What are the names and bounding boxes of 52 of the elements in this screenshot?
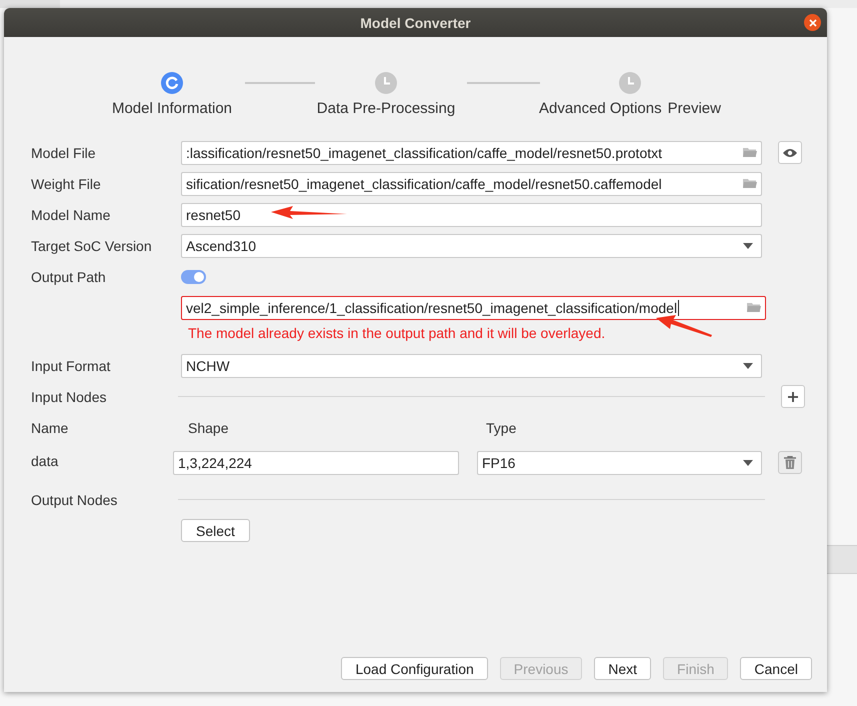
dropdown[interactable]: FP16 [477,451,762,475]
dropdown[interactable]: Ascend310 [181,234,762,258]
caret-icon [743,362,753,368]
step-label: Data Pre-Processing [316,100,456,117]
node-name: data [31,453,60,469]
step-label: Preview [668,100,721,117]
trash-icon[interactable] [778,451,802,474]
field-value: FP16 [482,455,516,471]
column-header: Name [31,420,70,436]
file-path-field[interactable]: sification/resnet50_imagenet_classification/caffe_model/resnet50.caffemodel [181,172,762,196]
section-label: Input Nodes [31,388,108,404]
file-path-field[interactable]: :lassification/resnet50_imagenet_classification/caffe_model/resnet50.prototxt [181,140,762,164]
column-header: Shape [188,420,230,436]
field-value: sification/resnet50_imagenet_classification/caffe_model/resnet50.caffemodel [186,176,662,192]
field-label: Target SoC Version [31,238,153,254]
file-path-field[interactable]: vel2_simple_inference/1_classification/resnet50_imagenet_classification/model [181,296,766,320]
window-title: Model Converter [360,14,471,30]
folder-icon[interactable] [743,178,757,189]
text-field[interactable]: resnet50 [181,202,762,226]
arrow-annotation [656,315,712,337]
close-button[interactable] [804,14,821,31]
eye-icon[interactable] [778,141,802,164]
error-message: The model already exists in the output path and it will be overlayed. [188,325,606,341]
step-label: Advanced Options [539,100,662,117]
field-value: vel2_simple_inference/1_classification/resnet50_imagenet_classification/model [186,300,678,316]
field-value: 1,3,224,224 [178,455,252,471]
dialog-button[interactable]: Load Configuration [341,657,488,680]
dialog-button[interactable]: Cancel [740,657,812,680]
folder-icon[interactable] [743,147,757,158]
close-icon [808,18,818,28]
select-button[interactable]: Select [181,519,250,542]
step-label: Model Information [112,100,232,117]
folder-icon[interactable] [747,302,761,313]
toggle-switch[interactable] [181,270,206,284]
dropdown[interactable]: NCHW [181,354,762,378]
field-value: Ascend310 [186,238,256,254]
plus-icon [787,390,799,402]
dialog-button[interactable]: Next [594,657,652,680]
field-value: :lassification/resnet50_imagenet_classification/caffe_model/resnet50.prototxt [186,144,662,160]
field-value: NCHW [186,358,230,374]
column-header: Type [486,420,516,436]
caret-icon [743,460,753,466]
section-label: Output Nodes [31,492,118,508]
field-label: Input Format [31,358,112,374]
shape-field[interactable]: 1,3,224,224 [173,451,459,475]
field-label: Output Path [31,268,107,284]
field-value: resnet50 [186,206,240,222]
field-label: Weight File [31,176,102,192]
field-label: Model File [31,144,97,160]
add-button[interactable] [781,385,805,408]
field-label: Model Name [31,206,112,222]
caret-icon [743,242,753,248]
